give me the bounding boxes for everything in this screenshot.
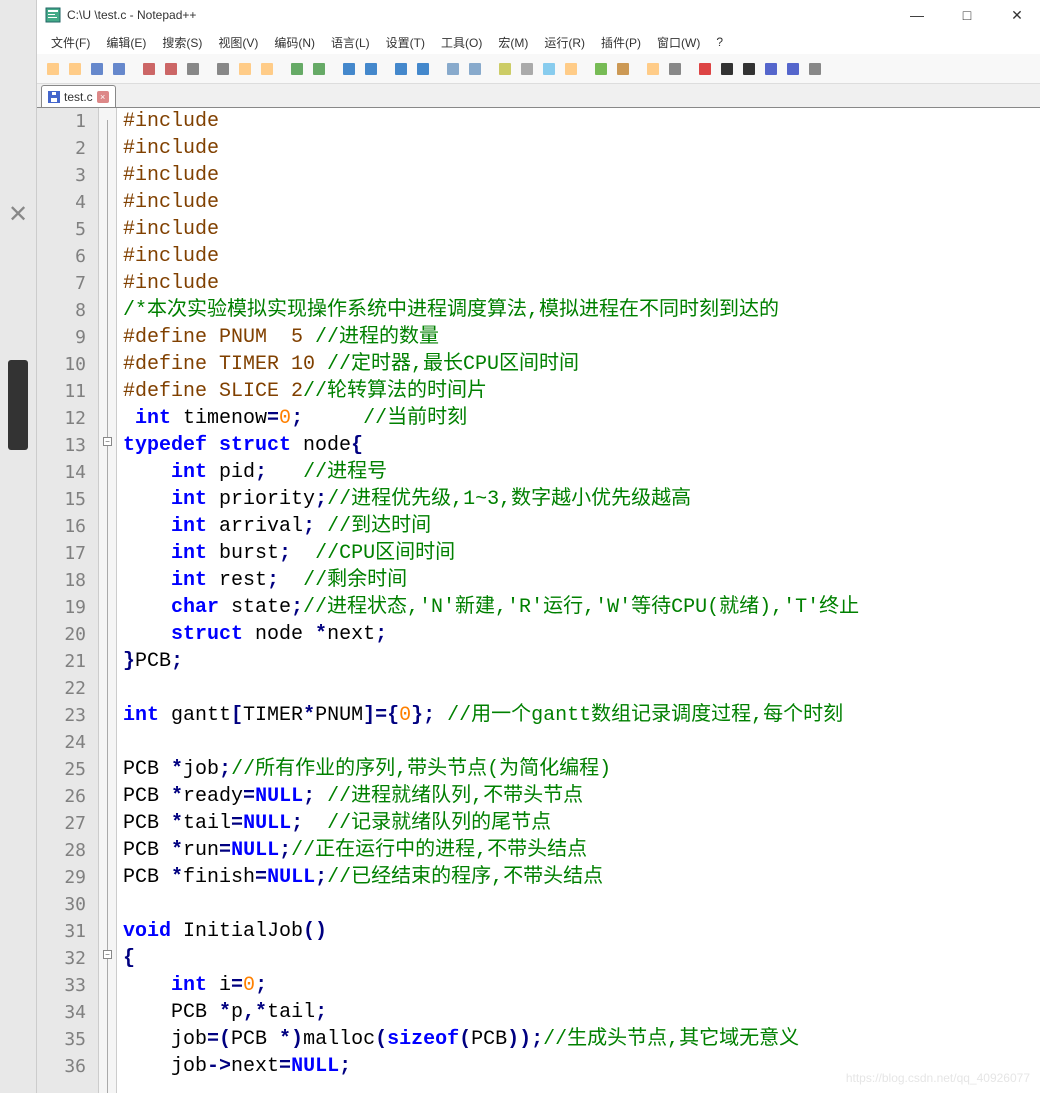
rec-button[interactable] <box>695 59 715 79</box>
play2-button[interactable] <box>761 59 781 79</box>
stop-button[interactable] <box>717 59 737 79</box>
save-all-button[interactable] <box>109 59 129 79</box>
fold-column: − − <box>99 108 117 1093</box>
app-wrap: ✕ C:\U \test.c - Notepad++ — □ ✕ 文件(F)编辑… <box>0 0 1040 1093</box>
toolbar <box>37 54 1040 84</box>
folder-button[interactable] <box>643 59 663 79</box>
close-tab-button[interactable]: × <box>97 91 109 103</box>
zoom-out-button[interactable] <box>413 59 433 79</box>
menu-item[interactable]: 窗口(W) <box>651 32 706 53</box>
fold-box-icon[interactable]: − <box>103 437 112 446</box>
menubar: 文件(F)编辑(E)搜索(S)视图(V)编码(N)语言(L)设置(T)工具(O)… <box>37 30 1040 54</box>
tab-label: test.c <box>64 90 93 104</box>
close-all-button[interactable] <box>161 59 181 79</box>
open-button[interactable] <box>65 59 85 79</box>
menu-item[interactable]: 视图(V) <box>212 32 264 53</box>
indent-button[interactable] <box>539 59 559 79</box>
tabstrip: test.c × <box>37 84 1040 108</box>
minimize-button[interactable]: — <box>902 3 932 27</box>
wrap-button[interactable] <box>495 59 515 79</box>
print-button[interactable] <box>183 59 203 79</box>
menu-item[interactable]: 编码(N) <box>268 32 321 53</box>
menu-item[interactable]: 宏(M) <box>492 32 534 53</box>
find-button[interactable] <box>339 59 359 79</box>
lang-button[interactable] <box>561 59 581 79</box>
play3-button[interactable] <box>783 59 803 79</box>
fold-box-icon[interactable]: − <box>103 950 112 959</box>
menu-item[interactable]: 工具(O) <box>435 32 488 53</box>
save-button[interactable] <box>87 59 107 79</box>
list-button[interactable] <box>805 59 825 79</box>
titlebar: C:\U \test.c - Notepad++ — □ ✕ <box>37 0 1040 30</box>
menu-item[interactable]: 语言(L) <box>325 32 376 53</box>
cut-button[interactable] <box>213 59 233 79</box>
menu-item[interactable]: 插件(P) <box>595 32 647 53</box>
file-tab[interactable]: test.c × <box>41 85 116 107</box>
side-handle[interactable] <box>8 360 28 450</box>
menu-item[interactable]: 搜索(S) <box>156 32 208 53</box>
sync-button[interactable] <box>443 59 463 79</box>
window-controls: — □ ✕ <box>902 3 1032 27</box>
close-icon[interactable]: ✕ <box>0 200 36 229</box>
unfold-button[interactable] <box>613 59 633 79</box>
undo-button[interactable] <box>287 59 307 79</box>
menu-item[interactable]: 设置(T) <box>380 32 431 53</box>
redo-button[interactable] <box>309 59 329 79</box>
left-panel: ✕ <box>0 0 36 1093</box>
menu-item[interactable]: 编辑(E) <box>100 32 152 53</box>
app-icon <box>45 7 61 23</box>
code-area[interactable]: #include#include#include#include#include… <box>117 108 1040 1093</box>
play-button[interactable] <box>739 59 759 79</box>
save-icon <box>48 91 60 103</box>
chars-button[interactable] <box>517 59 537 79</box>
copy-button[interactable] <box>235 59 255 79</box>
main: C:\U \test.c - Notepad++ — □ ✕ 文件(F)编辑(E… <box>36 0 1040 1093</box>
fold-button[interactable] <box>591 59 611 79</box>
watermark: https://blog.csdn.net/qq_40926077 <box>846 1071 1030 1085</box>
menu-item[interactable]: ? <box>710 33 729 51</box>
replace-button[interactable] <box>361 59 381 79</box>
close-button[interactable] <box>139 59 159 79</box>
eye-button[interactable] <box>665 59 685 79</box>
menu-item[interactable]: 运行(R) <box>538 32 591 53</box>
maximize-button[interactable]: □ <box>952 3 982 27</box>
paste-button[interactable] <box>257 59 277 79</box>
editor[interactable]: 1234567891011121314151617181920212223242… <box>37 108 1040 1093</box>
menu-item[interactable]: 文件(F) <box>45 32 96 53</box>
window-title: C:\U \test.c - Notepad++ <box>67 8 902 22</box>
sync2-button[interactable] <box>465 59 485 79</box>
new-button[interactable] <box>43 59 63 79</box>
line-gutter: 1234567891011121314151617181920212223242… <box>37 108 99 1093</box>
close-button[interactable]: ✕ <box>1002 3 1032 27</box>
zoom-in-button[interactable] <box>391 59 411 79</box>
